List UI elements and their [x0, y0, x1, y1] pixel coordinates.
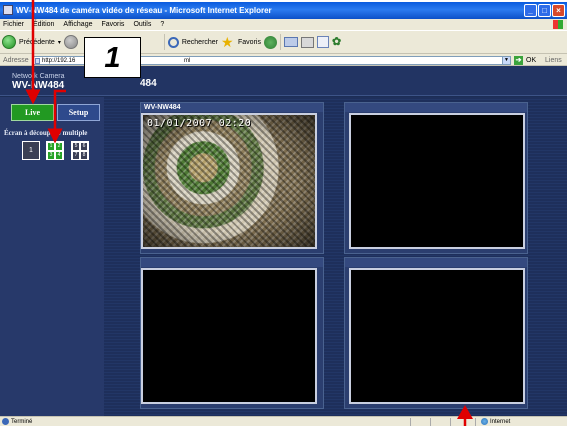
quad-screen-button[interactable]: 1 2 3 4 — [46, 141, 64, 160]
back-arrow-icon[interactable] — [2, 35, 16, 49]
security-zone-label: Internet — [490, 419, 511, 425]
model-name: WV-NW484 — [12, 80, 65, 91]
search-icon[interactable] — [167, 36, 179, 48]
menu-bar: Fichier Édition Affichage Favoris Outils… — [0, 19, 567, 30]
camera-title — [141, 258, 323, 267]
quad-cell-5: 5 — [72, 142, 80, 151]
camera-title: WV-NW484 — [141, 103, 323, 112]
video-feed — [143, 115, 315, 247]
page-icon — [35, 58, 40, 64]
camera-panel-4[interactable] — [344, 257, 528, 409]
menu-item-favorites[interactable]: Favoris — [101, 19, 124, 30]
single-screen-button[interactable]: 1 — [22, 141, 40, 160]
status-text: Terminé — [11, 419, 33, 425]
windows-logo-icon — [553, 20, 563, 29]
forward-arrow-icon[interactable] — [63, 35, 78, 49]
camera-title — [345, 258, 527, 267]
favorites-button-label[interactable]: Favoris — [238, 39, 261, 46]
multi-screen-label: Écran à découpage multiple — [4, 129, 88, 137]
quad-viewer: WV-NW484 01/01/2007 02:20 — [104, 97, 567, 416]
brand-line: Network Camera — [12, 73, 65, 80]
back-button-label[interactable]: Précédente — [19, 39, 55, 46]
quad-cell-7: 7 — [72, 151, 80, 160]
camera-panel-1[interactable]: WV-NW484 01/01/2007 02:20 — [140, 102, 324, 254]
quad-cell-2: 2 — [55, 142, 63, 151]
favorites-star-icon[interactable]: ★ — [221, 35, 235, 49]
quad-screen-5-8-button[interactable]: 5 6 7 8 — [71, 141, 89, 160]
status-divider — [410, 418, 411, 426]
address-label: Adresse — [3, 57, 29, 64]
step-callout: 1 — [84, 37, 141, 78]
title-bar: WV-NW484 de caméra vidéo de réseau - Mic… — [0, 2, 567, 19]
history-icon[interactable] — [263, 35, 277, 49]
menu-item-edit[interactable]: Édition — [33, 19, 54, 30]
menu-item-tools[interactable]: Outils — [133, 19, 151, 30]
go-button-label[interactable]: OK — [526, 55, 536, 66]
sidebar: Live Setup Écran à découpage multiple 1 … — [0, 97, 104, 416]
back-dropdown-icon[interactable]: ▾ — [58, 39, 61, 46]
quad-cell-4: 4 — [55, 151, 63, 160]
quad-cell-8: 8 — [80, 151, 88, 160]
go-arrow-icon[interactable]: ➔ — [514, 56, 523, 65]
address-dropdown-icon[interactable]: ▼ — [502, 56, 511, 65]
camera-timestamp: 01/01/2007 02:20 — [147, 118, 252, 129]
window-controls: _ □ × — [524, 4, 565, 17]
page-done-icon — [2, 418, 9, 425]
window-title: WV-NW484 de caméra vidéo de réseau - Mic… — [16, 6, 272, 15]
camera-screen-4[interactable] — [349, 268, 525, 404]
ie-icon — [3, 5, 13, 15]
camera-panel-2[interactable] — [344, 102, 528, 254]
header-title: 484 — [140, 78, 157, 89]
quad-cell-6: 6 — [80, 142, 88, 151]
live-button[interactable]: Live — [11, 104, 54, 121]
camera-screen-1[interactable]: 01/01/2007 02:20 — [141, 113, 317, 249]
camera-panel-3[interactable] — [140, 257, 324, 409]
menu-item-file[interactable]: Fichier — [3, 19, 24, 30]
camera-screen-3[interactable] — [141, 268, 317, 404]
quad-cell-3: 3 — [47, 151, 55, 160]
search-button-label[interactable]: Rechercher — [182, 39, 218, 46]
status-divider — [450, 418, 451, 426]
minimize-button[interactable]: _ — [524, 4, 537, 17]
links-label[interactable]: Liens — [545, 55, 562, 66]
status-divider — [430, 418, 431, 426]
single-screen-label: 1 — [29, 147, 33, 154]
camera-screen-2[interactable] — [349, 113, 525, 249]
camera-web-page: Network Camera WV-NW484 484 Live Setup É… — [0, 66, 567, 416]
internet-zone-icon — [481, 418, 488, 425]
setup-button[interactable]: Setup — [57, 104, 100, 121]
menu-item-help[interactable]: ? — [160, 19, 164, 30]
mail-icon[interactable] — [283, 37, 298, 47]
address-value-tail: ml — [184, 58, 191, 64]
close-button[interactable]: × — [552, 4, 565, 17]
camera-title — [345, 103, 527, 112]
messenger-icon[interactable]: ✿ — [332, 36, 346, 49]
print-icon[interactable] — [300, 36, 314, 48]
quad-cell-1: 1 — [47, 142, 55, 151]
maximize-button[interactable]: □ — [538, 4, 551, 17]
address-value: http://192.16 — [42, 58, 76, 64]
status-divider — [475, 418, 476, 426]
toolbar-separator — [279, 34, 281, 50]
status-bar: Terminé Internet — [0, 416, 567, 426]
menu-item-view[interactable]: Affichage — [63, 19, 92, 30]
edit-icon[interactable] — [316, 36, 329, 48]
toolbar-separator — [163, 34, 165, 50]
